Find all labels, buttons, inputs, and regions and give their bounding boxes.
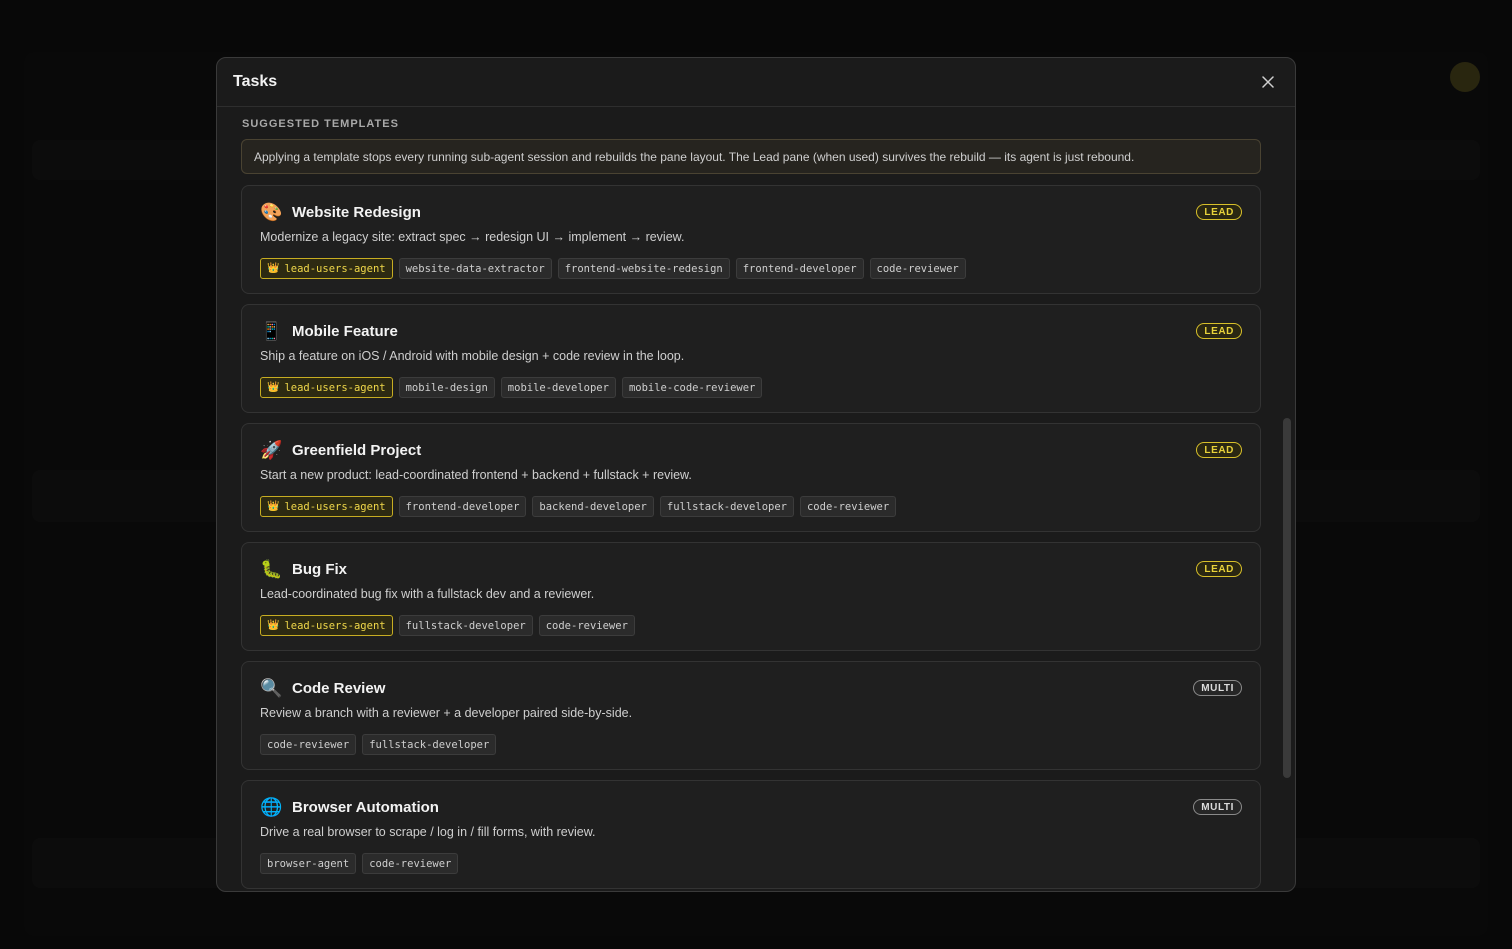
agent-chip-label: mobile-developer (507, 381, 609, 394)
agent-chip-label: code-reviewer (369, 857, 452, 870)
template-notice: Applying a template stops every running … (241, 139, 1261, 174)
agent-chip: browser-agent (260, 853, 357, 874)
agent-chip: 👑 lead-users-agent (260, 258, 393, 279)
agent-chip-label: lead-users-agent (284, 619, 386, 632)
agent-chip: backend-developer (532, 496, 654, 517)
template-badge: LEAD (1196, 204, 1242, 220)
template-description: Lead-coordinated bug fix with a fullstac… (260, 587, 595, 601)
template-card[interactable]: 📱 Mobile Feature LEAD Ship a feature on … (241, 304, 1261, 413)
agent-chip-label: code-reviewer (267, 738, 350, 751)
card-header: 🚀 Greenfield Project (260, 438, 1242, 462)
template-description: Start a new product: lead-coordinated fr… (260, 468, 692, 482)
modal-body: SUGGESTED TEMPLATES Applying a template … (217, 108, 1295, 891)
template-title: Mobile Feature (292, 322, 398, 340)
agent-chips: 👑 lead-users-agent mobile-design mobile-dev… (260, 377, 1242, 398)
agent-chip: frontend-developer (398, 496, 527, 517)
template-emoji-icon: 🌐 (260, 797, 283, 817)
agent-chip-label: code-reviewer (876, 262, 959, 275)
template-badge: MULTI (1193, 799, 1242, 815)
template-description: Ship a feature on iOS / Android with mob… (260, 349, 685, 363)
card-header: 🔍 Code Review (260, 676, 1242, 700)
template-title: Code Review (292, 679, 386, 697)
agent-chips: 👑 lead-users-agent fullstack-developer code… (260, 615, 1242, 636)
agent-chip-label: lead-users-agent (284, 262, 386, 275)
agent-chip-label: lead-users-agent (284, 500, 386, 513)
template-badge: LEAD (1196, 323, 1242, 339)
crown-icon: 👑 (267, 501, 280, 512)
template-card[interactable]: 🎨 Website Redesign LEAD Modernize a lega… (241, 185, 1261, 294)
agent-chips: code-reviewer fullstack-developer (260, 734, 1242, 755)
agent-chip: 👑 lead-users-agent (260, 496, 393, 517)
agent-chip: code-reviewer (869, 258, 966, 279)
agent-chip-label: mobile-code-reviewer (628, 381, 756, 394)
close-button[interactable] (1257, 71, 1279, 93)
crown-icon: 👑 (267, 263, 280, 274)
agent-chip: frontend-website-redesign (557, 258, 730, 279)
card-header: 📱 Mobile Feature (260, 319, 1242, 343)
agent-chips: 👑 lead-users-agent website-data-extractor f… (260, 258, 1242, 279)
agent-chips: 👑 lead-users-agent frontend-developer backe… (260, 496, 1242, 517)
template-description: Modernize a legacy site: extract spec → … (260, 230, 685, 244)
template-list: 🎨 Website Redesign LEAD Modernize a lega… (241, 185, 1261, 889)
agent-chip: code-reviewer (799, 496, 897, 517)
agent-chip: 👑 lead-users-agent (260, 377, 393, 398)
agent-chip: frontend-developer (735, 258, 864, 279)
agent-chip-label: frontend-developer (742, 262, 857, 275)
agent-chip-label: fullstack-developer (405, 619, 526, 632)
agent-chip-label: frontend-website-redesign (564, 262, 723, 275)
scrollbar-thumb[interactable] (1283, 418, 1291, 778)
agent-chip: mobile-developer (500, 377, 616, 398)
template-badge: LEAD (1196, 561, 1242, 577)
agent-chip-label: backend-developer (539, 500, 647, 513)
close-icon (1262, 76, 1274, 88)
agent-chip: code-reviewer (362, 853, 459, 874)
agent-chip-label: mobile-design (405, 381, 488, 394)
template-emoji-icon: 🎨 (260, 202, 283, 222)
section-label: SUGGESTED TEMPLATES (242, 118, 399, 130)
modal-header: Tasks (217, 58, 1295, 107)
template-emoji-icon: 🔍 (260, 678, 283, 698)
template-badge: MULTI (1193, 680, 1242, 696)
template-emoji-icon: 📱 (260, 321, 283, 341)
template-title: Greenfield Project (292, 441, 422, 459)
template-card[interactable]: 🌐 Browser Automation MULTI Drive a real … (241, 780, 1261, 889)
agent-chip: code-reviewer (538, 615, 635, 636)
card-header: 🌐 Browser Automation (260, 795, 1242, 819)
agent-chip: code-reviewer (260, 734, 357, 755)
agent-chip-label: fullstack-developer (666, 500, 787, 513)
card-header: 🐛 Bug Fix (260, 557, 1242, 581)
template-title: Browser Automation (292, 798, 439, 816)
template-title: Website Redesign (292, 203, 421, 221)
agent-chip: fullstack-developer (362, 734, 497, 755)
template-card[interactable]: 🚀 Greenfield Project LEAD Start a new pr… (241, 423, 1261, 532)
crown-icon: 👑 (267, 382, 280, 393)
agent-chip: fullstack-developer (398, 615, 533, 636)
agent-chip-label: fullstack-developer (369, 738, 490, 751)
template-description: Drive a real browser to scrape / log in … (260, 825, 596, 839)
agent-chip: mobile-code-reviewer (621, 377, 763, 398)
agent-chip-label: browser-agent (267, 857, 350, 870)
template-card[interactable]: 🐛 Bug Fix LEAD Lead-coordinated bug fix … (241, 542, 1261, 651)
template-title: Bug Fix (292, 560, 347, 578)
agent-chip-label: frontend-developer (405, 500, 520, 513)
agent-chip: website-data-extractor (398, 258, 552, 279)
template-description: Review a branch with a reviewer + a deve… (260, 706, 633, 720)
crown-icon: 👑 (267, 620, 280, 631)
agent-chip: 👑 lead-users-agent (260, 615, 393, 636)
agent-chip-label: website-data-extractor (405, 262, 545, 275)
agent-chip: fullstack-developer (659, 496, 794, 517)
agent-chip-label: code-reviewer (806, 500, 890, 513)
template-emoji-icon: 🐛 (260, 559, 283, 579)
agent-chips: browser-agent code-reviewer (260, 853, 1242, 874)
agent-chip-label: code-reviewer (545, 619, 628, 632)
template-emoji-icon: 🚀 (260, 440, 283, 460)
template-card[interactable]: 🔍 Code Review MULTI Review a branch with… (241, 661, 1261, 770)
agent-chip-label: lead-users-agent (284, 381, 386, 394)
template-badge: LEAD (1196, 442, 1242, 458)
agent-chip: mobile-design (398, 377, 495, 398)
card-header: 🎨 Website Redesign (260, 200, 1242, 224)
modal-title: Tasks (233, 73, 278, 90)
tasks-modal: Tasks SUGGESTED TEMPLATES Applying a tem… (216, 57, 1296, 892)
